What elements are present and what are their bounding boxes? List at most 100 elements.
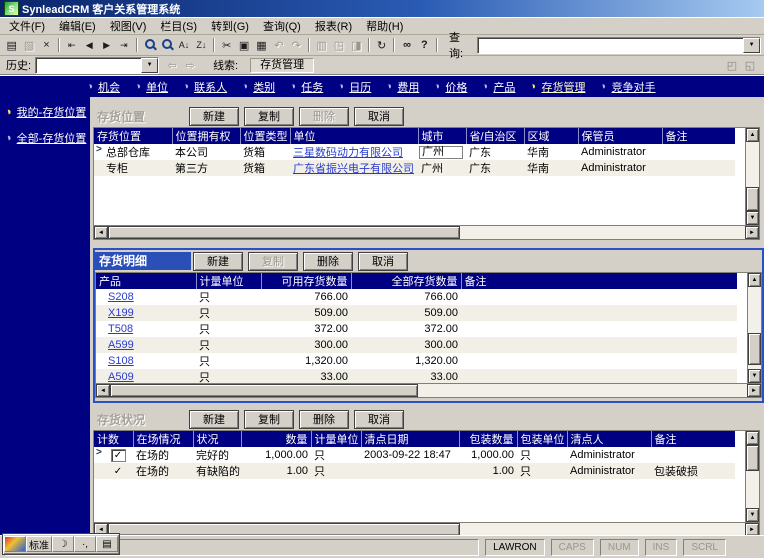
cell[interactable]: > 总部仓库: [94, 144, 172, 160]
print-icon[interactable]: ▥: [313, 37, 330, 53]
copy-button[interactable]: 复制: [244, 409, 294, 429]
column-header[interactable]: 计量单位: [195, 273, 261, 289]
cell[interactable]: 1,000.00: [459, 447, 517, 463]
cell[interactable]: 本公司: [172, 144, 240, 160]
next-record-icon[interactable]: ▶: [98, 37, 115, 53]
delete-record-icon[interactable]: ×: [38, 37, 55, 53]
table-row[interactable]: > 总部仓库 本公司 货箱 三星数码动力有限公司 广州 广东 华南 Adminis…: [94, 144, 735, 160]
cell[interactable]: 货箱: [240, 144, 290, 160]
scroll-track[interactable]: [746, 445, 759, 508]
menu-help[interactable]: 帮助(H): [359, 18, 410, 34]
cell[interactable]: 广东: [466, 144, 524, 160]
table-row[interactable]: A599 只 300.00 300.00: [96, 337, 737, 353]
cell[interactable]: 只: [311, 447, 361, 463]
table-row[interactable]: A509 只 33.00 33.00: [96, 369, 737, 383]
cell[interactable]: [461, 305, 737, 321]
tab-calendar[interactable]: ◗ 日历: [338, 79, 371, 95]
cell[interactable]: 华南: [524, 160, 578, 176]
cell[interactable]: A599: [96, 337, 196, 353]
column-header[interactable]: 包装单位: [516, 431, 567, 447]
cell[interactable]: 包装破损: [651, 463, 735, 479]
cell[interactable]: Administrator: [567, 447, 651, 463]
redo-icon[interactable]: ↷: [288, 37, 305, 53]
tab-price[interactable]: ◗ 价格: [434, 79, 467, 95]
history-combobox[interactable]: ▼: [35, 56, 160, 74]
cell[interactable]: [651, 447, 735, 463]
cell[interactable]: 只: [196, 305, 261, 321]
cell[interactable]: 300.00: [351, 337, 461, 353]
focused-cell[interactable]: 广州: [419, 145, 463, 159]
cell[interactable]: 300.00: [261, 337, 351, 353]
scroll-up-icon[interactable]: ▲: [746, 431, 759, 445]
cell[interactable]: 只: [196, 289, 261, 305]
cell[interactable]: 33.00: [351, 369, 461, 383]
column-header[interactable]: 数量: [240, 431, 311, 447]
tab-expense[interactable]: ◗ 费用: [386, 79, 419, 95]
cell[interactable]: 三星数码动力有限公司: [290, 144, 418, 160]
cell[interactable]: 1,320.00: [351, 353, 461, 369]
scroll-thumb[interactable]: [108, 226, 461, 239]
scroll-track[interactable]: [108, 226, 745, 239]
menu-report[interactable]: 报表(R): [308, 18, 359, 34]
cell[interactable]: 1.00: [459, 463, 517, 479]
horizontal-scrollbar[interactable]: ◄ ►: [95, 384, 762, 398]
table-row[interactable]: S208 只 766.00 766.00: [96, 289, 737, 305]
cell[interactable]: 广州: [418, 160, 466, 176]
scroll-thumb[interactable]: [746, 187, 759, 211]
sort-descending-icon[interactable]: Z↓: [193, 37, 210, 53]
scroll-left-icon[interactable]: ◄: [96, 384, 110, 397]
sidebar-item-my-locations[interactable]: ◗ 我的-存货位置: [5, 104, 90, 120]
cell[interactable]: 广东: [466, 160, 524, 176]
cell[interactable]: 33.00: [261, 369, 351, 383]
cell[interactable]: 只: [311, 463, 361, 479]
cell[interactable]: S108: [96, 353, 196, 369]
cell[interactable]: > ✓: [94, 447, 133, 463]
menu-columns[interactable]: 栏目(S): [153, 18, 204, 34]
new-button[interactable]: 新建: [193, 251, 243, 271]
scroll-up-icon[interactable]: ▲: [748, 273, 761, 287]
cancel-button[interactable]: 取消: [358, 251, 408, 271]
product-link[interactable]: X199: [108, 307, 134, 319]
menu-file[interactable]: 文件(F): [2, 18, 52, 34]
table-row[interactable]: S108 只 1,320.00 1,320.00: [96, 353, 737, 369]
column-header[interactable]: 全部存货数量: [350, 273, 461, 289]
cell[interactable]: S208: [96, 289, 196, 305]
cell[interactable]: 专柜: [94, 160, 172, 176]
menu-view[interactable]: 视图(V): [103, 18, 154, 34]
cell[interactable]: 广州: [418, 144, 466, 160]
cell[interactable]: 只: [196, 353, 261, 369]
previous-record-icon[interactable]: ◀: [80, 37, 97, 53]
column-header[interactable]: 备注: [650, 431, 735, 447]
scroll-track[interactable]: [748, 287, 761, 369]
cell[interactable]: 1,000.00: [241, 447, 311, 463]
send-icon[interactable]: ◨: [348, 37, 365, 53]
soft-keyboard-icon[interactable]: ▤: [96, 536, 118, 552]
product-link[interactable]: S208: [108, 291, 134, 303]
table-row[interactable]: T508 只 372.00 372.00: [96, 321, 737, 337]
history-forward-icon[interactable]: ⇨: [181, 58, 199, 72]
advanced-search-icon[interactable]: [158, 37, 175, 53]
cell[interactable]: 372.00: [261, 321, 351, 337]
cell[interactable]: 完好的: [193, 447, 241, 463]
product-link[interactable]: A599: [108, 339, 134, 351]
company-link[interactable]: 广东省振兴电子有限公司: [293, 163, 414, 175]
column-header[interactable]: 城市: [417, 128, 466, 144]
cell[interactable]: 766.00: [261, 289, 351, 305]
tab-product[interactable]: ◗ 产品: [482, 79, 515, 95]
cell[interactable]: Administrator: [578, 160, 662, 176]
column-header[interactable]: 单位: [289, 128, 418, 144]
export-icon[interactable]: ◳: [330, 37, 347, 53]
tab-contact[interactable]: ◗ 联系人: [183, 79, 227, 95]
new-record-icon[interactable]: ▤: [3, 37, 20, 53]
table-row[interactable]: ✓ 在场的 有缺陷的 1.00 只 1.00 只 Administrator 包…: [94, 463, 735, 479]
cell[interactable]: A509: [96, 369, 196, 383]
scroll-right-icon[interactable]: ►: [745, 226, 759, 239]
scroll-right-icon[interactable]: ►: [747, 384, 761, 397]
context-help-icon[interactable]: ?: [416, 37, 433, 53]
scroll-track[interactable]: [110, 384, 747, 397]
cell[interactable]: 1,320.00: [261, 353, 351, 369]
tab-category[interactable]: ◗ 类别: [242, 79, 275, 95]
copy-button[interactable]: 复制: [248, 251, 298, 271]
scroll-track[interactable]: [746, 142, 759, 211]
scroll-thumb[interactable]: [748, 333, 761, 365]
